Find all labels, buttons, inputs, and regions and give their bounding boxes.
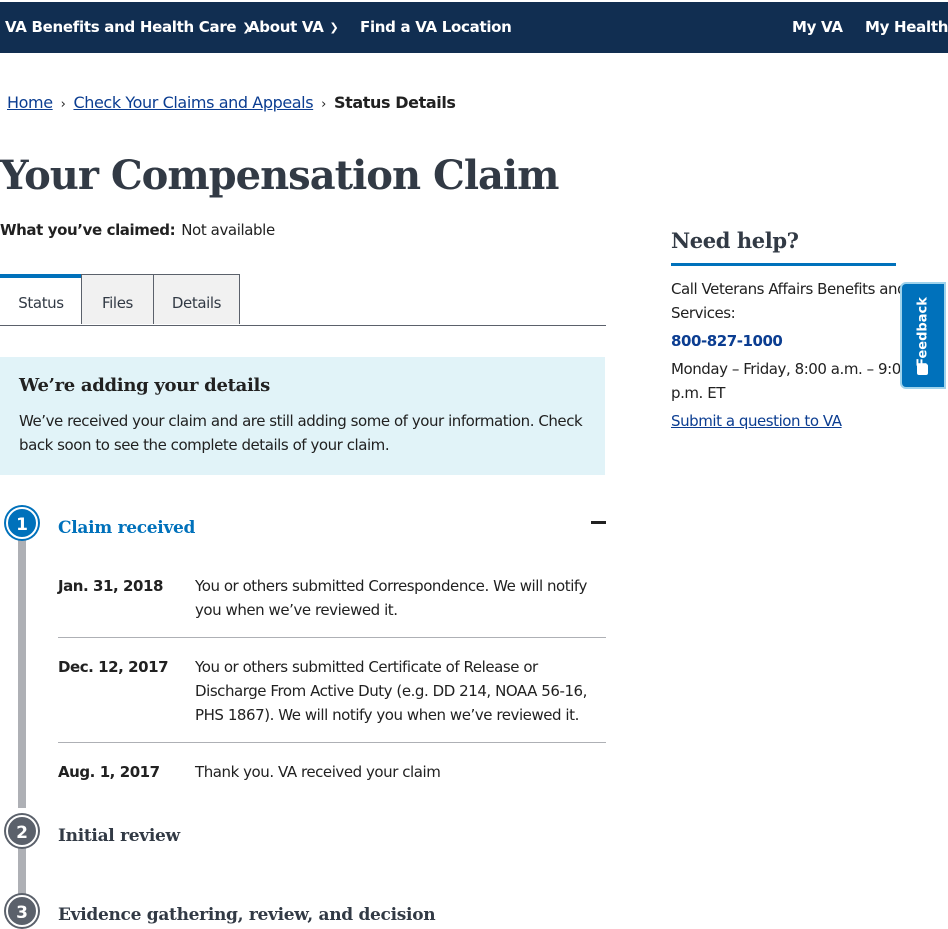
nav-my-va[interactable]: My VA xyxy=(792,2,843,53)
event-date: Jan. 31, 2018 xyxy=(58,577,163,595)
step-number-badge: 3 xyxy=(6,895,38,927)
help-link-row: Submit a question to VA xyxy=(671,409,911,433)
collapse-minus-icon[interactable] xyxy=(591,521,606,524)
step-number-badge: 2 xyxy=(6,815,38,847)
claimed-summary: What you’ve claimed: Not available xyxy=(0,221,275,239)
help-phone-row: 800-827-1000 xyxy=(671,329,911,353)
nav-item-label: VA Benefits and Health Care xyxy=(5,18,237,36)
step-number-badge: 1 xyxy=(6,507,38,539)
event-divider xyxy=(58,637,606,638)
feedback-button[interactable]: Feedback xyxy=(902,284,944,387)
breadcrumb-separator-icon: › xyxy=(60,97,66,112)
breadcrumb-separator-icon: › xyxy=(321,97,326,112)
tab-status[interactable]: Status xyxy=(0,274,82,324)
nav-about-menu[interactable]: About VA ❯ xyxy=(248,2,339,53)
help-title-rule xyxy=(671,263,896,266)
breadcrumb-current: Status Details xyxy=(333,93,456,112)
nav-item-label: My Health xyxy=(865,18,948,36)
submit-question-link[interactable]: Submit a question to VA xyxy=(671,412,842,430)
breadcrumb: Home › Check Your Claims and Appeals › Statu… xyxy=(7,93,456,112)
alert-body: We’ve received your claim and are still … xyxy=(19,412,583,454)
step-title: Evidence gathering, review, and decision xyxy=(58,905,436,925)
tab-files[interactable]: Files xyxy=(81,274,154,324)
feedback-label: Feedback xyxy=(915,297,931,367)
nav-find-location[interactable]: Find a VA Location xyxy=(360,2,512,53)
nav-item-label: Find a VA Location xyxy=(360,18,512,36)
breadcrumb-claims[interactable]: Check Your Claims and Appeals xyxy=(73,93,313,112)
tab-details[interactable]: Details xyxy=(153,274,240,324)
claimed-label: What you’ve claimed: xyxy=(0,221,176,239)
timeline-rail xyxy=(18,848,26,896)
nav-item-label: About VA xyxy=(248,18,324,36)
claimed-value: Not available xyxy=(181,221,275,239)
timeline-rail xyxy=(18,540,26,808)
event-description: You or others submitted Correspondence. … xyxy=(195,577,587,619)
event-divider xyxy=(58,742,606,743)
nav-item-label: My VA xyxy=(792,18,843,36)
help-intro: Call Veterans Affairs Benefits and Servi… xyxy=(671,280,907,322)
chevron-down-icon: ❯ xyxy=(329,21,339,34)
help-phone-link[interactable]: 800-827-1000 xyxy=(671,332,783,350)
info-alert: We’re adding your details We’ve received… xyxy=(0,357,605,475)
page-title: Your Compensation Claim xyxy=(0,152,559,199)
event-date: Aug. 1, 2017 xyxy=(58,763,160,781)
top-nav: VA Benefits and Health Care ❯ About VA ❯ F… xyxy=(0,0,948,53)
step-title[interactable]: Claim received xyxy=(58,518,195,538)
event-date: Dec. 12, 2017 xyxy=(58,658,169,676)
claim-tabs: Status Files Details xyxy=(0,274,606,326)
help-hours: Monday – Friday, 8:00 a.m. – 9:00 p.m. E… xyxy=(671,360,910,402)
alert-title: We’re adding your details xyxy=(19,375,270,396)
breadcrumb-home[interactable]: Home xyxy=(7,93,53,112)
step-title: Initial review xyxy=(58,826,180,846)
help-title: Need help? xyxy=(671,228,799,253)
event-description: Thank you. VA received your claim xyxy=(195,763,441,781)
nav-benefits-menu[interactable]: VA Benefits and Health Care ❯ xyxy=(5,2,252,53)
event-description: You or others submitted Certificate of R… xyxy=(195,658,587,724)
nav-my-health[interactable]: My Health xyxy=(865,2,948,53)
feedback-icon xyxy=(917,364,928,375)
